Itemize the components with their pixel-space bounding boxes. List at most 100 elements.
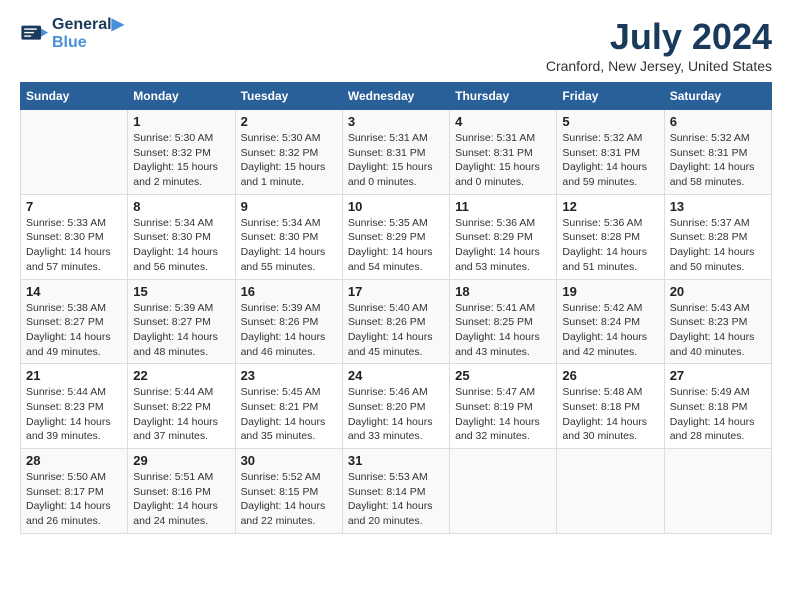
calendar-cell: 11 Sunrise: 5:36 AM Sunset: 8:29 PM Dayli… <box>450 194 557 279</box>
day-info: Sunrise: 5:39 AM Sunset: 8:27 PM Dayligh… <box>133 301 229 360</box>
day-number: 11 <box>455 199 551 214</box>
calendar-cell: 12Sunrise: 5:36 AM Sunset: 8:28 PM Dayli… <box>557 194 664 279</box>
day-number: 14 <box>26 284 122 299</box>
calendar-week-2: 7 Sunrise: 5:33 AM Sunset: 8:30 PM Daylig… <box>21 194 772 279</box>
calendar-cell: 18 Sunrise: 5:41 AM Sunset: 8:25 PM Dayli… <box>450 279 557 364</box>
day-number: 28 <box>26 453 122 468</box>
day-number: 8 <box>133 199 229 214</box>
page-header: General▶ Blue July 2024 Cranford, New Je… <box>20 16 772 74</box>
calendar-cell: 7 Sunrise: 5:33 AM Sunset: 8:30 PM Daylig… <box>21 194 128 279</box>
day-info: Sunrise: 5:30 AM Sunset: 8:32 PM Dayligh… <box>133 131 229 190</box>
day-info: Sunrise: 5:34 AM Sunset: 8:30 PM Dayligh… <box>133 216 229 275</box>
day-number: 6 <box>670 114 766 129</box>
title-block: July 2024 Cranford, New Jersey, United S… <box>546 16 772 74</box>
calendar-cell: 3 Sunrise: 5:31 AM Sunset: 8:31 PM Daylig… <box>342 110 449 195</box>
calendar-cell <box>664 449 771 534</box>
day-number: 9 <box>241 199 337 214</box>
day-info: Sunrise: 5:43 AM Sunset: 8:23 PM Dayligh… <box>670 301 766 360</box>
calendar-cell: 8 Sunrise: 5:34 AM Sunset: 8:30 PM Daylig… <box>128 194 235 279</box>
calendar-cell: 1 Sunrise: 5:30 AM Sunset: 8:32 PM Daylig… <box>128 110 235 195</box>
day-info: Sunrise: 5:31 AM Sunset: 8:31 PM Dayligh… <box>348 131 444 190</box>
day-number: 16 <box>241 284 337 299</box>
month-title: July 2024 <box>546 16 772 58</box>
calendar-week-4: 21Sunrise: 5:44 AM Sunset: 8:23 PM Dayli… <box>21 364 772 449</box>
day-number: 2 <box>241 114 337 129</box>
day-number: 26 <box>562 368 658 383</box>
calendar-cell: 13 Sunrise: 5:37 AM Sunset: 8:28 PM Dayli… <box>664 194 771 279</box>
day-info: Sunrise: 5:33 AM Sunset: 8:30 PM Dayligh… <box>26 216 122 275</box>
day-info: Sunrise: 5:44 AM Sunset: 8:23 PM Dayligh… <box>26 385 122 444</box>
logo: General▶ Blue <box>20 16 124 51</box>
calendar-cell <box>21 110 128 195</box>
calendar-cell: 22 Sunrise: 5:44 AM Sunset: 8:22 PM Dayli… <box>128 364 235 449</box>
day-info: Sunrise: 5:51 AM Sunset: 8:16 PM Dayligh… <box>133 470 229 529</box>
weekday-header-friday: Friday <box>557 83 664 110</box>
calendar-cell: 2 Sunrise: 5:30 AM Sunset: 8:32 PM Daylig… <box>235 110 342 195</box>
calendar-cell <box>450 449 557 534</box>
day-info: Sunrise: 5:36 AM Sunset: 8:29 PM Dayligh… <box>455 216 551 275</box>
day-info: Sunrise: 5:44 AM Sunset: 8:22 PM Dayligh… <box>133 385 229 444</box>
weekday-header-wednesday: Wednesday <box>342 83 449 110</box>
day-info: Sunrise: 5:38 AM Sunset: 8:27 PM Dayligh… <box>26 301 122 360</box>
calendar-cell: 30Sunrise: 5:52 AM Sunset: 8:15 PM Dayli… <box>235 449 342 534</box>
calendar-cell: 20 Sunrise: 5:43 AM Sunset: 8:23 PM Dayli… <box>664 279 771 364</box>
day-number: 12 <box>562 199 658 214</box>
location: Cranford, New Jersey, United States <box>546 58 772 74</box>
calendar-cell: 4 Sunrise: 5:31 AM Sunset: 8:31 PM Daylig… <box>450 110 557 195</box>
day-info: Sunrise: 5:41 AM Sunset: 8:25 PM Dayligh… <box>455 301 551 360</box>
day-info: Sunrise: 5:45 AM Sunset: 8:21 PM Dayligh… <box>241 385 337 444</box>
calendar-cell: 14 Sunrise: 5:38 AM Sunset: 8:27 PM Dayli… <box>21 279 128 364</box>
day-info: Sunrise: 5:35 AM Sunset: 8:29 PM Dayligh… <box>348 216 444 275</box>
day-info: Sunrise: 5:47 AM Sunset: 8:19 PM Dayligh… <box>455 385 551 444</box>
calendar-week-5: 28Sunrise: 5:50 AM Sunset: 8:17 PM Dayli… <box>21 449 772 534</box>
calendar-cell: 23 Sunrise: 5:45 AM Sunset: 8:21 PM Dayli… <box>235 364 342 449</box>
weekday-header-monday: Monday <box>128 83 235 110</box>
day-number: 3 <box>348 114 444 129</box>
calendar-body: 1 Sunrise: 5:30 AM Sunset: 8:32 PM Daylig… <box>21 110 772 534</box>
calendar-cell: 6 Sunrise: 5:32 AM Sunset: 8:31 PM Daylig… <box>664 110 771 195</box>
day-number: 31 <box>348 453 444 468</box>
day-info: Sunrise: 5:53 AM Sunset: 8:14 PM Dayligh… <box>348 470 444 529</box>
logo-icon <box>20 20 48 48</box>
day-info: Sunrise: 5:48 AM Sunset: 8:18 PM Dayligh… <box>562 385 658 444</box>
day-number: 17 <box>348 284 444 299</box>
day-number: 18 <box>455 284 551 299</box>
logo-text: General▶ Blue <box>52 16 124 51</box>
day-number: 13 <box>670 199 766 214</box>
day-info: Sunrise: 5:37 AM Sunset: 8:28 PM Dayligh… <box>670 216 766 275</box>
day-number: 20 <box>670 284 766 299</box>
day-info: Sunrise: 5:30 AM Sunset: 8:32 PM Dayligh… <box>241 131 337 190</box>
day-number: 1 <box>133 114 229 129</box>
calendar-cell: 27 Sunrise: 5:49 AM Sunset: 8:18 PM Dayli… <box>664 364 771 449</box>
day-info: Sunrise: 5:32 AM Sunset: 8:31 PM Dayligh… <box>670 131 766 190</box>
calendar-cell: 17 Sunrise: 5:40 AM Sunset: 8:26 PM Dayli… <box>342 279 449 364</box>
day-number: 27 <box>670 368 766 383</box>
day-number: 22 <box>133 368 229 383</box>
calendar-cell: 28Sunrise: 5:50 AM Sunset: 8:17 PM Dayli… <box>21 449 128 534</box>
day-info: Sunrise: 5:46 AM Sunset: 8:20 PM Dayligh… <box>348 385 444 444</box>
weekday-header-saturday: Saturday <box>664 83 771 110</box>
day-info: Sunrise: 5:49 AM Sunset: 8:18 PM Dayligh… <box>670 385 766 444</box>
day-number: 30 <box>241 453 337 468</box>
day-number: 4 <box>455 114 551 129</box>
day-info: Sunrise: 5:39 AM Sunset: 8:26 PM Dayligh… <box>241 301 337 360</box>
day-number: 25 <box>455 368 551 383</box>
day-info: Sunrise: 5:40 AM Sunset: 8:26 PM Dayligh… <box>348 301 444 360</box>
day-number: 19 <box>562 284 658 299</box>
calendar-cell: 29 Sunrise: 5:51 AM Sunset: 8:16 PM Dayli… <box>128 449 235 534</box>
day-number: 29 <box>133 453 229 468</box>
calendar-cell: 25 Sunrise: 5:47 AM Sunset: 8:19 PM Dayli… <box>450 364 557 449</box>
day-number: 5 <box>562 114 658 129</box>
day-number: 7 <box>26 199 122 214</box>
calendar-cell: 5 Sunrise: 5:32 AM Sunset: 8:31 PM Daylig… <box>557 110 664 195</box>
calendar-cell: 16 Sunrise: 5:39 AM Sunset: 8:26 PM Dayli… <box>235 279 342 364</box>
calendar-cell: 26 Sunrise: 5:48 AM Sunset: 8:18 PM Dayli… <box>557 364 664 449</box>
calendar-cell <box>557 449 664 534</box>
calendar-table: SundayMondayTuesdayWednesdayThursdayFrid… <box>20 82 772 534</box>
calendar-cell: 15Sunrise: 5:39 AM Sunset: 8:27 PM Dayli… <box>128 279 235 364</box>
weekday-header-thursday: Thursday <box>450 83 557 110</box>
day-number: 23 <box>241 368 337 383</box>
calendar-week-3: 14 Sunrise: 5:38 AM Sunset: 8:27 PM Dayli… <box>21 279 772 364</box>
day-info: Sunrise: 5:32 AM Sunset: 8:31 PM Dayligh… <box>562 131 658 190</box>
day-info: Sunrise: 5:31 AM Sunset: 8:31 PM Dayligh… <box>455 131 551 190</box>
